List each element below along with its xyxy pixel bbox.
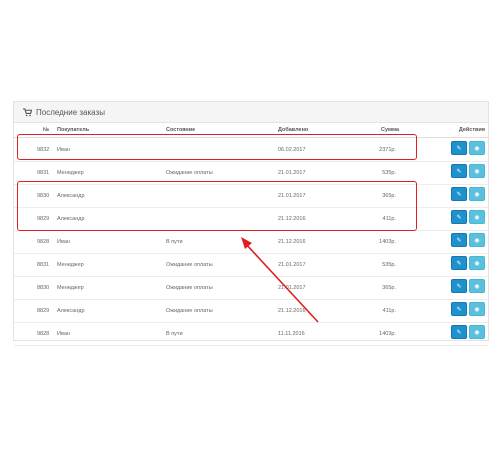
annotation-arrow	[241, 237, 319, 323]
arrow-head	[241, 237, 252, 249]
arrow-shaft	[244, 242, 319, 323]
